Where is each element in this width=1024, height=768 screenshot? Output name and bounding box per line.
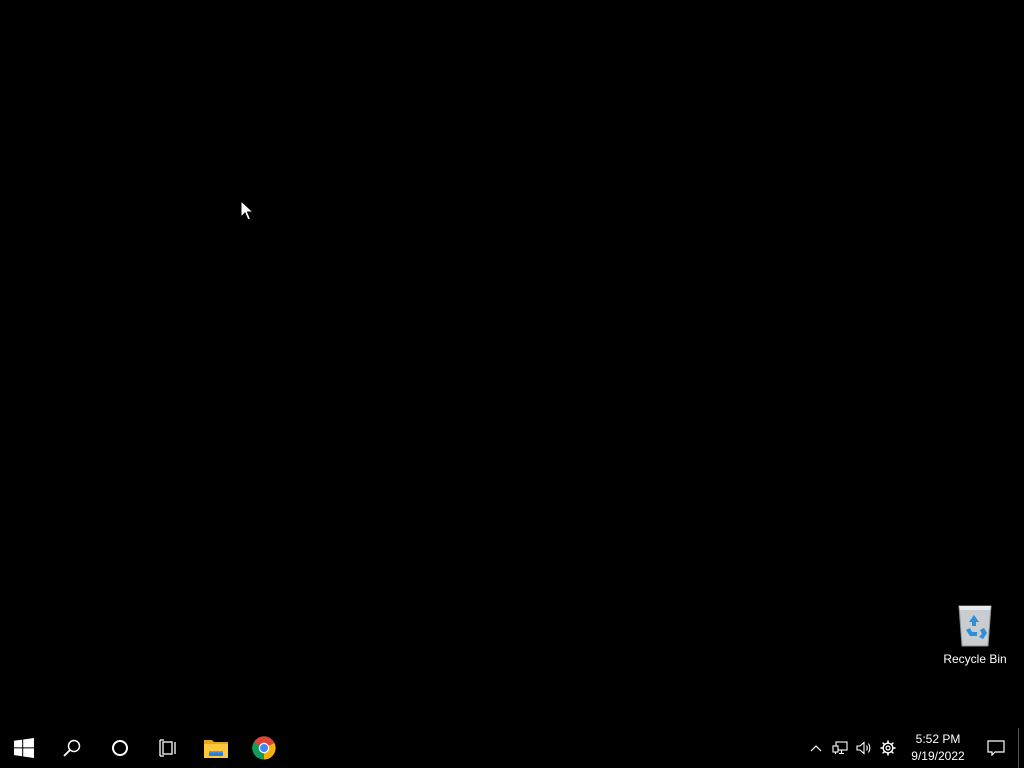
chevron-up-icon — [810, 745, 822, 752]
start-button[interactable] — [0, 728, 48, 768]
cortana-button[interactable] — [96, 728, 144, 768]
show-hidden-icons-button[interactable] — [804, 728, 828, 768]
task-view-icon — [159, 739, 176, 757]
volume-button[interactable] — [852, 728, 876, 768]
notification-icon — [987, 740, 1005, 756]
recycle-bin-icon — [958, 605, 992, 647]
taskbar: 5:52 PM 9/19/2022 — [0, 728, 1024, 768]
network-button[interactable] — [828, 728, 852, 768]
volume-icon — [856, 741, 871, 755]
chrome-icon — [252, 736, 276, 760]
desktop[interactable]: Recycle Bin — [0, 0, 1024, 728]
recycle-bin-label: Recycle Bin — [943, 652, 1007, 666]
search-button[interactable] — [48, 728, 96, 768]
chrome-button[interactable] — [240, 728, 288, 768]
folder-icon — [204, 740, 228, 758]
network-icon — [832, 741, 848, 755]
recycle-bin-shortcut[interactable]: Recycle Bin — [940, 600, 1010, 666]
show-desktop-button[interactable] — [1018, 728, 1024, 768]
action-center-button[interactable] — [974, 728, 1018, 768]
clock-date: 9/19/2022 — [911, 749, 965, 763]
search-icon — [63, 739, 81, 757]
gear-icon — [880, 740, 896, 756]
windows-logo-icon — [14, 738, 34, 758]
cortana-circle-icon — [112, 740, 128, 756]
task-view-button[interactable] — [144, 728, 192, 768]
system-tray: 5:52 PM 9/19/2022 — [804, 728, 1024, 768]
file-explorer-button[interactable] — [192, 728, 240, 768]
clock-time: 5:52 PM — [915, 732, 961, 746]
mouse-cursor-icon — [240, 200, 254, 221]
settings-button[interactable] — [876, 728, 900, 768]
clock-button[interactable]: 5:52 PM 9/19/2022 — [902, 728, 974, 768]
